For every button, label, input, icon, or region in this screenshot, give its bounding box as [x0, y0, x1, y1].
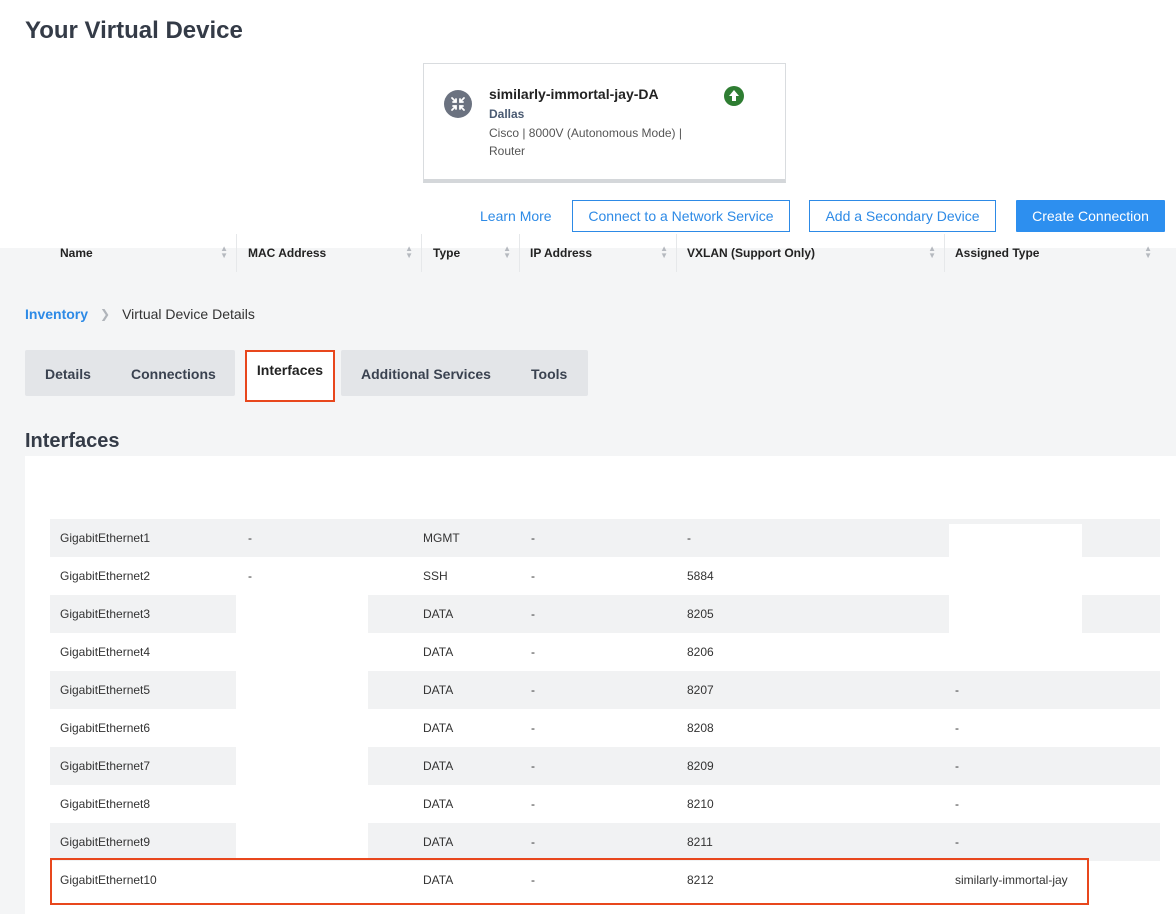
cell-name: GigabitEthernet1 [60, 531, 151, 545]
device-description: Cisco | 8000V (Autonomous Mode) | Router [489, 126, 682, 158]
cell-assigned-type: - [955, 797, 959, 811]
cell-name: GigabitEthernet5 [60, 683, 151, 697]
breadcrumb-current: Virtual Device Details [122, 306, 255, 322]
cell-ip-address: - [531, 645, 535, 659]
cell-type: DATA [423, 835, 454, 849]
cell-assigned-type: - [955, 759, 959, 773]
connect-network-service-button[interactable]: Connect to a Network Service [572, 200, 790, 232]
cell-ip-address: - [531, 569, 535, 583]
cell-vxlan: - [687, 531, 691, 545]
cell-vxlan: 8209 [687, 759, 714, 773]
column-header-label: IP Address [530, 246, 593, 260]
cell-assigned-type: - [955, 721, 959, 735]
cell-name: GigabitEthernet3 [60, 607, 151, 621]
cell-assigned-type: - [955, 683, 959, 697]
cell-type: DATA [423, 797, 454, 811]
tab-interfaces[interactable]: Interfaces [245, 350, 335, 402]
cell-ip-address: - [531, 797, 535, 811]
column-header-label: Type [433, 246, 461, 260]
column-header-label: Assigned Type [955, 246, 1040, 260]
sort-icon[interactable]: ▲ ▼ [220, 245, 228, 260]
cell-type: DATA [423, 759, 454, 773]
device-card[interactable]: similarly-immortal-jay-DA Dallas Cisco |… [423, 63, 786, 183]
cell-type: SSH [423, 569, 448, 583]
arrow-up-circle-icon [724, 86, 744, 106]
sort-icon[interactable]: ▲ ▼ [405, 245, 413, 260]
tab-details[interactable]: Details [45, 366, 91, 382]
column-header-type[interactable]: Type ▲ ▼ [423, 234, 519, 272]
cell-vxlan: 5884 [687, 569, 714, 583]
tab-tools[interactable]: Tools [531, 366, 567, 382]
cell-type: DATA [423, 683, 454, 697]
column-header-label: MAC Address [248, 246, 327, 260]
breadcrumb-inventory-link[interactable]: Inventory [25, 306, 88, 322]
router-icon [444, 90, 472, 118]
cell-name: GigabitEthernet6 [60, 721, 151, 735]
cell-type: DATA [423, 607, 454, 621]
cell-vxlan: 8207 [687, 683, 714, 697]
add-secondary-device-button[interactable]: Add a Secondary Device [809, 200, 996, 232]
column-header-label: Name [60, 246, 93, 260]
device-name: similarly-immortal-jay-DA [489, 86, 659, 102]
cell-type: DATA [423, 645, 454, 659]
column-header-assigned-type[interactable]: Assigned Type ▲ ▼ [945, 234, 1160, 272]
table-row[interactable]: GigabitEthernet7 DATA - 8209 - [50, 747, 1160, 785]
cell-vxlan: 8208 [687, 721, 714, 735]
cell-ip-address: - [531, 721, 535, 735]
column-header-vxlan[interactable]: VXLAN (Support Only) ▲ ▼ [677, 234, 944, 272]
cell-ip-address: - [531, 531, 535, 545]
cell-mac-address: - [248, 531, 252, 545]
learn-more-link[interactable]: Learn More [480, 208, 552, 224]
sort-icon[interactable]: ▲ ▼ [503, 245, 511, 260]
cell-name: GigabitEthernet2 [60, 569, 151, 583]
page-title: Your Virtual Device [25, 17, 243, 44]
redacted-area [949, 524, 1082, 634]
cell-ip-address: - [531, 607, 535, 621]
cell-name: GigabitEthernet8 [60, 797, 151, 811]
cell-name: GigabitEthernet7 [60, 759, 151, 773]
column-header-ip[interactable]: IP Address ▲ ▼ [520, 234, 676, 272]
column-header-mac[interactable]: MAC Address ▲ ▼ [238, 234, 421, 272]
chevron-right-icon: ❯ [100, 307, 111, 321]
table-row[interactable]: GigabitEthernet4 DATA - 8206 [50, 633, 1160, 671]
sort-icon[interactable]: ▲ ▼ [1144, 245, 1152, 260]
cell-name: GigabitEthernet4 [60, 645, 151, 659]
sort-icon[interactable]: ▲ ▼ [660, 245, 668, 260]
cell-ip-address: - [531, 835, 535, 849]
device-metro: Dallas [489, 107, 525, 121]
table-row[interactable]: GigabitEthernet9 DATA - 8211 - [50, 823, 1160, 861]
table-row[interactable]: GigabitEthernet8 DATA - 8210 - [50, 785, 1160, 823]
tab-connections[interactable]: Connections [131, 366, 216, 382]
column-divider [236, 234, 237, 272]
cell-type: MGMT [423, 531, 460, 545]
device-header: Your Virtual Device similarly-immortal-j… [0, 0, 1176, 248]
tab-additional-services[interactable]: Additional Services [361, 366, 491, 382]
cell-type: DATA [423, 721, 454, 735]
column-divider [421, 234, 422, 272]
sort-icon[interactable]: ▲ ▼ [928, 245, 936, 260]
cell-ip-address: - [531, 759, 535, 773]
section-title: Interfaces [25, 430, 120, 452]
cell-ip-address: - [531, 683, 535, 697]
highlighted-row [50, 858, 1089, 905]
cell-mac-address: - [248, 569, 252, 583]
cell-vxlan: 8211 [687, 835, 713, 849]
cell-assigned-type: - [955, 835, 959, 849]
breadcrumb: Inventory ❯ Virtual Device Details [25, 306, 255, 322]
cell-vxlan: 8206 [687, 645, 714, 659]
table-row[interactable]: GigabitEthernet6 DATA - 8208 - [50, 709, 1160, 747]
column-header-label: VXLAN (Support Only) [687, 246, 815, 260]
redacted-area [236, 594, 368, 860]
create-connection-button[interactable]: Create Connection [1016, 200, 1165, 232]
cell-name: GigabitEthernet9 [60, 835, 151, 849]
column-header-name[interactable]: Name ▲ ▼ [50, 234, 236, 272]
cell-vxlan: 8210 [687, 797, 714, 811]
table-row[interactable]: GigabitEthernet5 DATA - 8207 - [50, 671, 1160, 709]
cell-vxlan: 8205 [687, 607, 714, 621]
